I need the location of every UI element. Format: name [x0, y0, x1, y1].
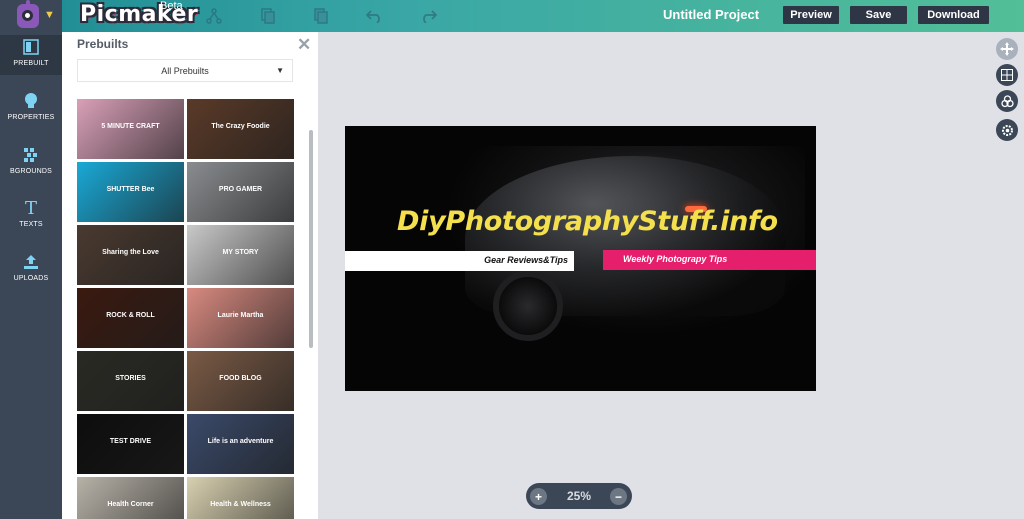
design-canvas[interactable]: DiyPhotographyStuff.info Gear Reviews&Ti…	[345, 126, 816, 391]
duplicate-icon[interactable]	[311, 6, 331, 26]
settings-icon[interactable]	[996, 119, 1018, 141]
beta-badge: Beta	[160, 0, 183, 12]
thumbnail-title: Health Corner	[107, 501, 154, 508]
left-tag-band[interactable]: Gear Reviews&Tips	[345, 251, 574, 271]
rail-label: TEXTS	[19, 221, 43, 228]
rail-item-uploads[interactable]: UPLOADS	[0, 250, 62, 290]
thumbnail-title: 5 MINUTE CRAFT	[101, 123, 160, 130]
prebuilt-thumbnail[interactable]: PRO GAMER	[187, 162, 294, 222]
copy-icon[interactable]	[258, 6, 278, 26]
rail-item-texts[interactable]: T TEXTS	[0, 196, 62, 236]
prebuilt-thumbnail[interactable]: Life is an adventure	[187, 414, 294, 474]
panel-scrollbar[interactable]	[309, 130, 313, 348]
right-tag-band[interactable]: Weekly Photograpy Tips	[603, 250, 816, 270]
prebuilt-thumbnail[interactable]: TEST DRIVE	[77, 414, 184, 474]
rail-label: PROPERTIES	[7, 114, 55, 121]
rail-item-backgrounds[interactable]: BGROUNDS	[0, 143, 62, 183]
thumbnail-title: Laurie Martha	[217, 312, 264, 319]
car-wheel	[493, 271, 563, 341]
filter-value: All Prebuilts	[161, 65, 209, 76]
left-tag-text: Gear Reviews&Tips	[484, 255, 568, 265]
thumbnail-title: PRO GAMER	[218, 186, 263, 193]
prebuilt-thumbnail[interactable]: ROCK & ROLL	[77, 288, 184, 348]
thumbnail-title: The Crazy Foodie	[211, 123, 270, 130]
thumbnail-grid: 5 MINUTE CRAFT The Crazy Foodie SHUTTER Be…	[77, 99, 297, 519]
prebuilts-panel: Prebuilts ✕ All Prebuilts ▼ 5 MINUTE CRA…	[62, 32, 318, 519]
zoom-out-button[interactable]: −	[610, 488, 627, 505]
close-icon[interactable]: ✕	[297, 35, 311, 55]
prebuilts-filter-select[interactable]: All Prebuilts ▼	[77, 59, 293, 82]
prebuilt-thumbnail[interactable]: STORIES	[77, 351, 184, 411]
save-button[interactable]: Save	[850, 6, 907, 24]
layout-icon	[22, 38, 40, 56]
prebuilt-thumbnail[interactable]: SHUTTER Bee	[77, 162, 184, 222]
prebuilt-thumbnail[interactable]: MY STORY	[187, 225, 294, 285]
zoom-in-button[interactable]: +	[530, 488, 547, 505]
download-button[interactable]: Download	[918, 6, 989, 24]
thumbnail-title: FOOD BLOG	[219, 375, 262, 382]
grid-icon[interactable]	[996, 64, 1018, 86]
prebuilt-thumbnail[interactable]: Sharing the Love	[77, 225, 184, 285]
rail-item-prebuilt[interactable]: PREBUILT	[0, 35, 62, 75]
color-icon[interactable]	[996, 90, 1018, 112]
project-title[interactable]: Untitled Project	[663, 7, 759, 22]
prebuilt-thumbnail[interactable]: The Crazy Foodie	[187, 99, 294, 159]
move-icon[interactable]	[996, 38, 1018, 60]
bulb-icon	[22, 92, 40, 110]
prebuilt-thumbnail[interactable]: Laurie Martha	[187, 288, 294, 348]
thumbnail-title: Health & Wellness	[210, 501, 271, 508]
thumbnail-title: STORIES	[115, 375, 146, 382]
top-bar: ▼ Picmaker Beta Untitled Project Preview…	[0, 0, 1024, 32]
pattern-icon	[22, 146, 40, 164]
avatar	[17, 0, 39, 28]
rail-label: BGROUNDS	[9, 168, 53, 175]
undo-icon[interactable]	[365, 6, 385, 26]
prebuilt-thumbnail[interactable]: Health Corner	[77, 477, 184, 519]
zoom-level: 25%	[566, 489, 592, 503]
thumbnail-title: ROCK & ROLL	[106, 312, 155, 319]
share-icon[interactable]	[204, 6, 224, 26]
prebuilt-thumbnail[interactable]: 5 MINUTE CRAFT	[77, 99, 184, 159]
tool-rail: PREBUILT PROPERTIES BGROUNDS T TEXTS UPL…	[0, 32, 62, 519]
account-menu[interactable]: ▼	[0, 0, 62, 32]
thumbnail-title: Sharing the Love	[102, 249, 159, 256]
chevron-down-icon[interactable]: ▼	[44, 9, 55, 21]
thumbnail-title: TEST DRIVE	[109, 438, 152, 445]
thumbnail-title: MY STORY	[222, 249, 259, 256]
prebuilt-thumbnail[interactable]: FOOD BLOG	[187, 351, 294, 411]
upload-icon	[22, 253, 40, 271]
thumbnail-title: Life is an adventure	[207, 438, 274, 445]
rail-label: PREBUILT	[13, 60, 49, 67]
prebuilt-thumbnail[interactable]: Health & Wellness	[187, 477, 294, 519]
text-icon: T	[24, 197, 37, 219]
rail-item-properties[interactable]: PROPERTIES	[0, 89, 62, 129]
chevron-down-icon: ▼	[276, 66, 284, 75]
right-tag-text: Weekly Photograpy Tips	[623, 254, 728, 264]
rail-label: UPLOADS	[13, 275, 49, 282]
panel-title: Prebuilts	[77, 37, 129, 51]
redo-icon[interactable]	[418, 6, 438, 26]
design-headline[interactable]: DiyPhotographyStuff.info	[397, 206, 778, 237]
zoom-control: + 25% −	[526, 483, 632, 509]
preview-button[interactable]: Preview	[783, 6, 839, 24]
thumbnail-title: SHUTTER Bee	[106, 186, 155, 193]
